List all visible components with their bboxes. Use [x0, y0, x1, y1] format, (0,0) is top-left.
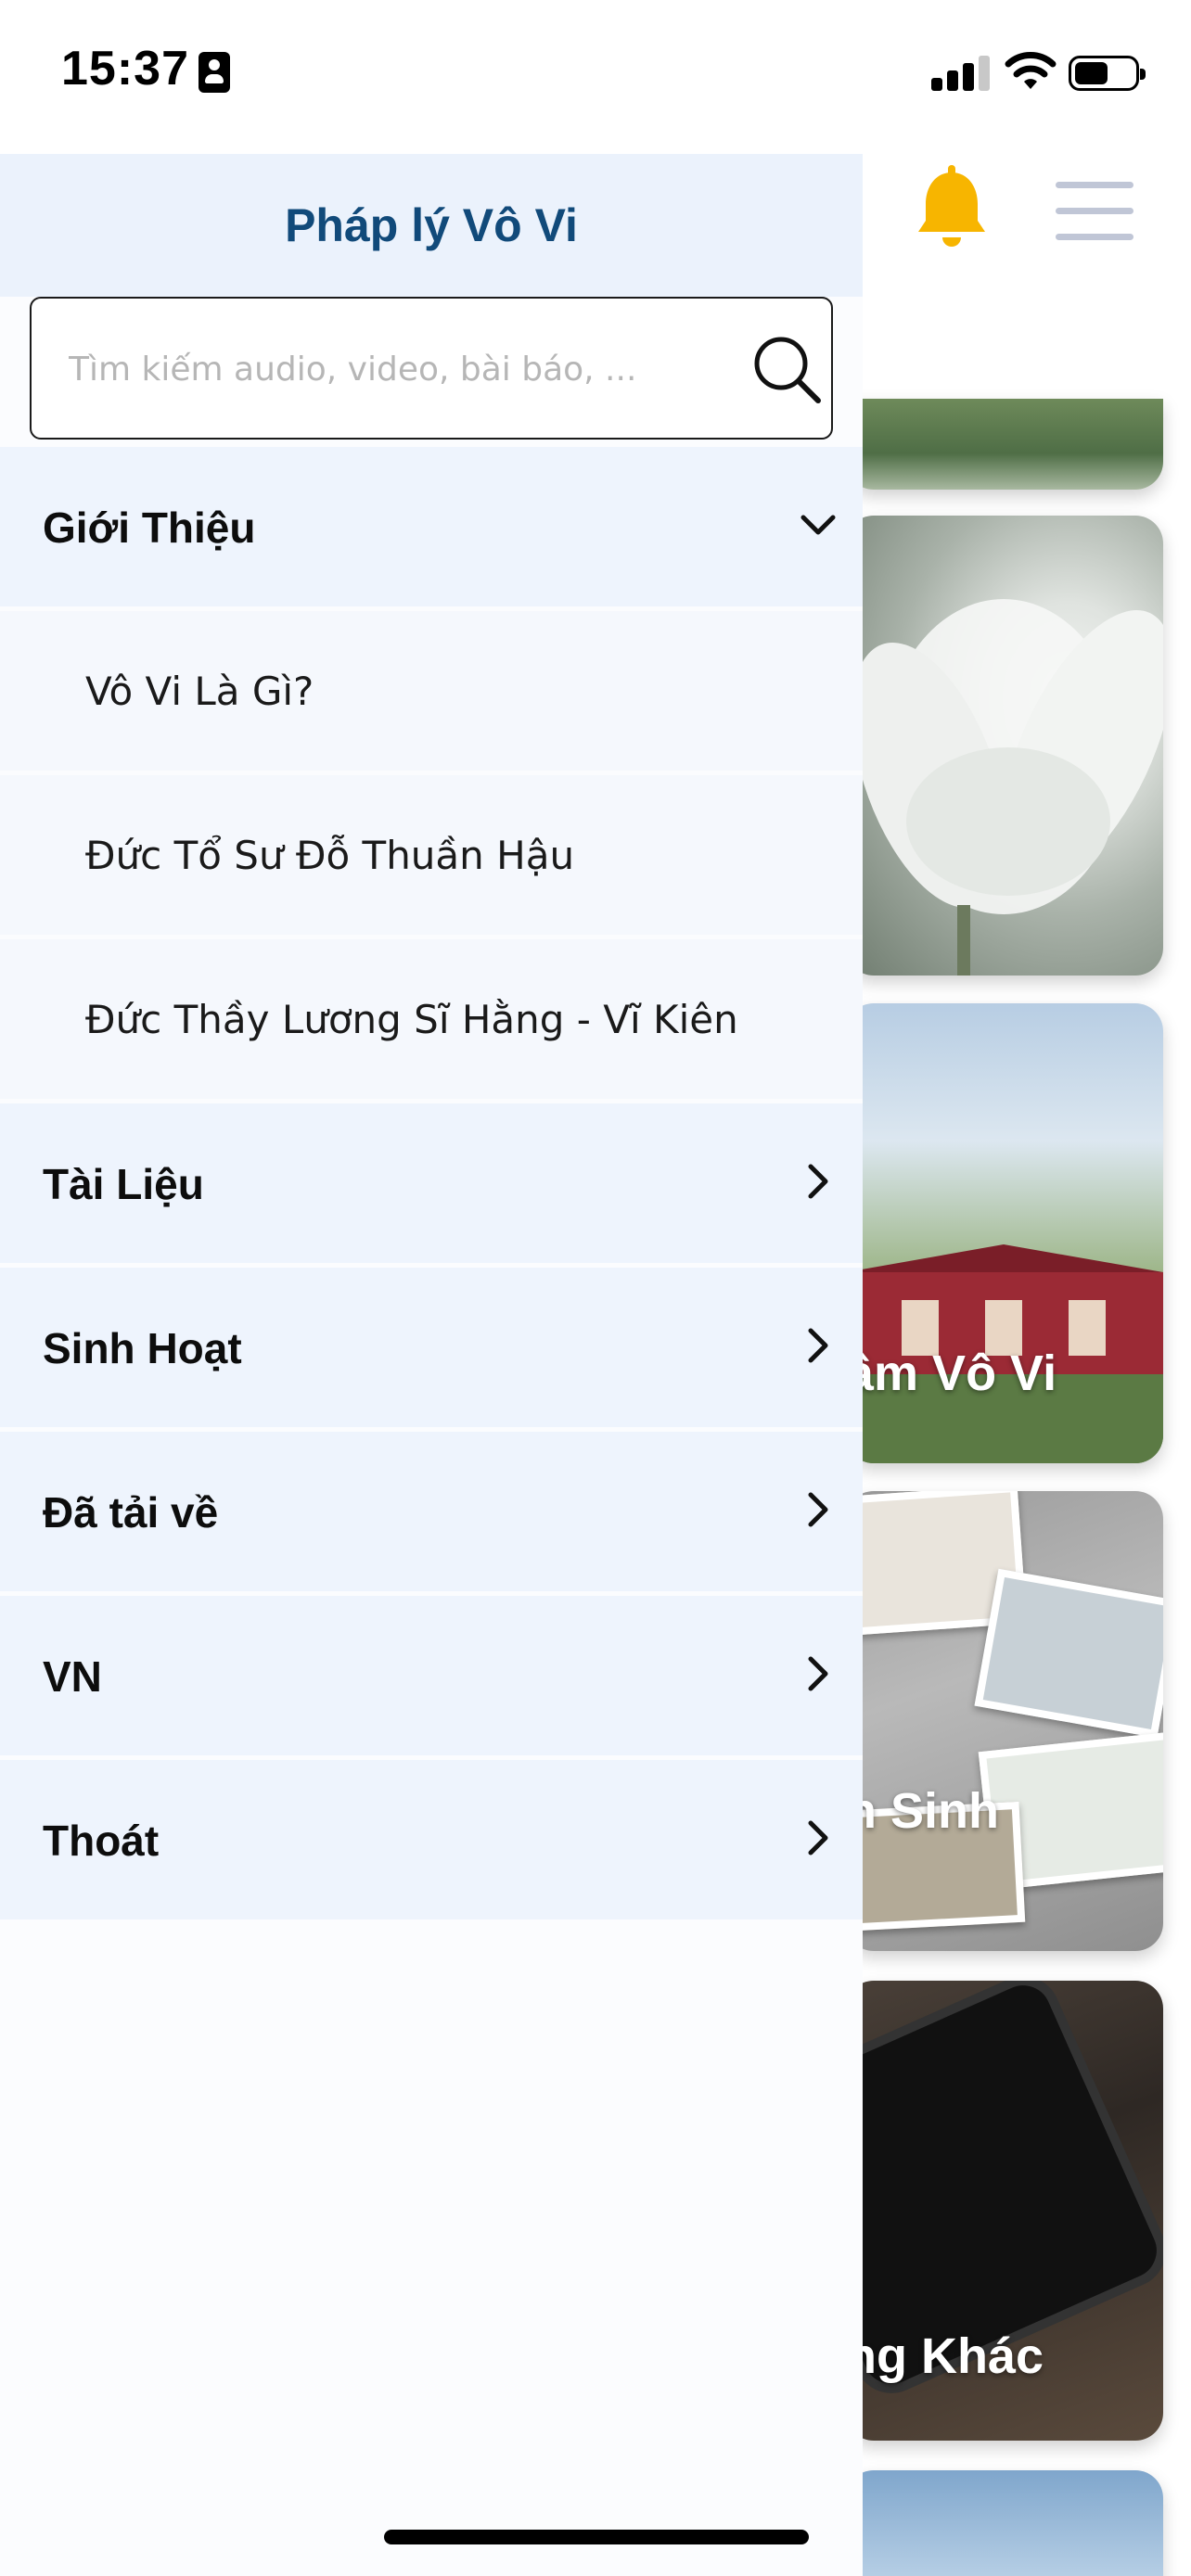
drawer-header: Pháp lý Vô Vi — [0, 154, 863, 297]
chevron-down-icon — [800, 515, 836, 535]
menu-item-label: Đã tải về — [43, 1488, 219, 1537]
drawer-menu: Giới Thiệu Vô Vi Là Gì? Đức Tổ Sư Đỗ Thu… — [0, 447, 863, 1924]
search-icon[interactable] — [749, 332, 824, 406]
home-indicator[interactable] — [384, 2530, 809, 2544]
submenu-item-duc-thay[interactable]: Đức Thầy Lương Sĩ Hằng - Vĩ Kiên — [0, 939, 863, 1099]
chevron-right-icon — [808, 1164, 828, 1199]
chevron-right-icon — [808, 1820, 828, 1855]
content-card[interactable] — [846, 516, 1163, 976]
menu-item-label: Sinh Hoạt — [43, 1324, 242, 1372]
cellular-signal-icon — [931, 56, 991, 91]
screen: 15:37 âm Vô Vi h Sinh ng Khác Pháp lý Vô… — [0, 0, 1191, 2576]
content-card[interactable]: ng Khác — [846, 1981, 1163, 2441]
menu-item-label: Thoát — [43, 1817, 160, 1865]
menu-item-gioi-thieu[interactable]: Giới Thiệu — [0, 447, 863, 606]
content-card[interactable] — [846, 2470, 1163, 2576]
submenu-item-label: Vô Vi Là Gì? — [85, 669, 314, 714]
battery-icon — [1069, 56, 1146, 91]
menu-item-label: VN — [43, 1652, 102, 1701]
chevron-right-icon — [808, 1492, 828, 1527]
submenu-item-duc-to-su[interactable]: Đức Tổ Sư Đỗ Thuần Hậu — [0, 775, 863, 935]
menu-item-vn[interactable]: VN — [0, 1596, 863, 1755]
menu-item-thoat[interactable]: Thoát — [0, 1760, 863, 1919]
card-title: âm Vô Vi — [846, 1345, 1057, 1401]
menu-item-sinh-hoat[interactable]: Sinh Hoạt — [0, 1268, 863, 1427]
content-card[interactable]: âm Vô Vi — [846, 1003, 1163, 1463]
card-title: h Sinh — [846, 1783, 999, 1839]
submenu-item-vo-vi-la-gi[interactable]: Vô Vi Là Gì? — [0, 611, 863, 771]
drawer-title: Pháp lý Vô Vi — [285, 199, 578, 251]
side-drawer: Pháp lý Vô Vi Giới Thiệu Vô Vi Là Gì? Đứ… — [0, 154, 863, 2576]
menu-item-label: Giới Thiệu — [43, 504, 256, 552]
content-card[interactable] — [846, 399, 1163, 490]
status-bar: 15:37 — [0, 0, 1191, 148]
contact-badge-icon — [198, 52, 230, 93]
search-box[interactable] — [30, 297, 833, 440]
wifi-icon — [1005, 52, 1057, 89]
chevron-right-icon — [808, 1328, 828, 1363]
card-title: ng Khác — [846, 2328, 1044, 2384]
lotus-image — [852, 599, 1163, 976]
content-card[interactable]: h Sinh — [846, 1491, 1163, 1951]
menu-item-da-tai-ve[interactable]: Đã tải về — [0, 1432, 863, 1591]
submenu-item-label: Đức Tổ Sư Đỗ Thuần Hậu — [85, 833, 575, 878]
search-input[interactable] — [69, 339, 718, 399]
bell-icon[interactable] — [913, 165, 991, 258]
battery-level — [1075, 62, 1108, 84]
menu-item-label: Tài Liệu — [43, 1160, 204, 1208]
chevron-right-icon — [808, 1656, 828, 1691]
menu-item-tai-lieu[interactable]: Tài Liệu — [0, 1103, 863, 1263]
submenu-item-label: Đức Thầy Lương Sĩ Hằng - Vĩ Kiên — [85, 997, 738, 1042]
hamburger-menu-icon[interactable] — [1056, 182, 1133, 241]
status-time: 15:37 — [61, 42, 189, 96]
